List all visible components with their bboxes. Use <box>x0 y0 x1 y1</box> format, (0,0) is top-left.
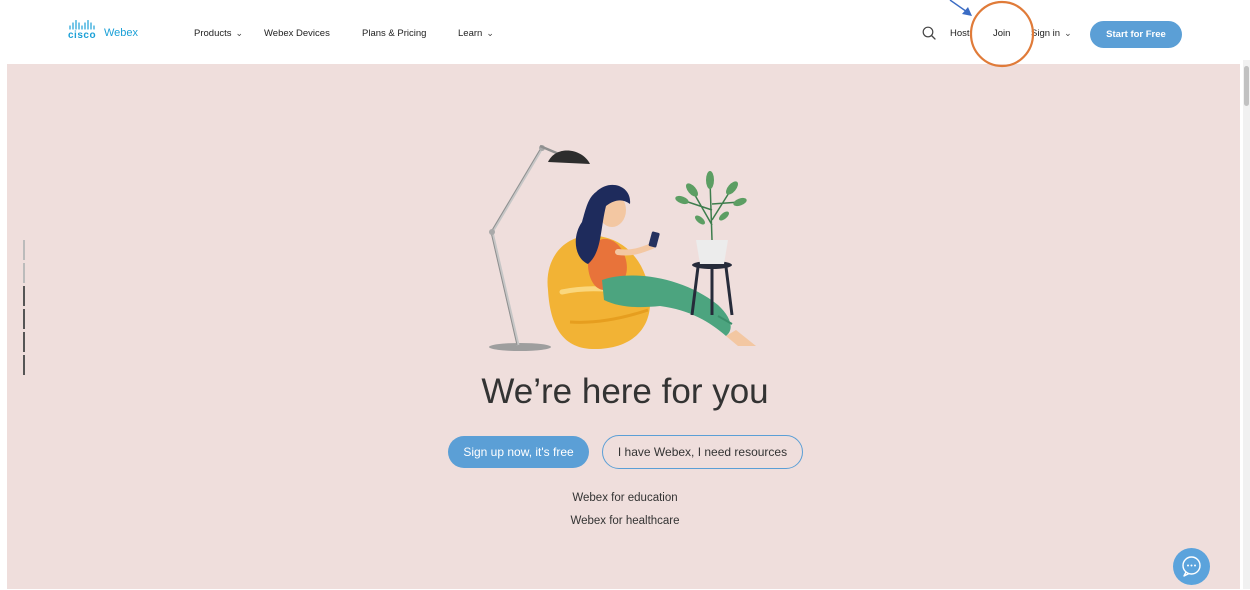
chevron-down-icon: ⌄ <box>235 28 244 38</box>
nav-learn[interactable]: Learn ⌄ <box>458 28 494 39</box>
join-link[interactable]: Join <box>993 28 1010 39</box>
hero-title: We’re here for you <box>481 372 769 411</box>
cisco-bars-icon <box>69 20 95 30</box>
start-for-free-button[interactable]: Start for Free <box>1090 21 1182 48</box>
slide-indicator-mark[interactable] <box>23 309 25 329</box>
join-label: Join <box>993 28 1011 39</box>
host-link[interactable]: Host <box>950 28 970 39</box>
nav-products-label: Products <box>194 28 232 39</box>
sign-in-link[interactable]: Sign in ⌄ <box>1031 28 1072 39</box>
resources-button[interactable]: I have Webex, I need resources <box>602 435 803 469</box>
webex-education-link[interactable]: Webex for education <box>0 492 1250 504</box>
nav-plans-pricing-label: Plans & Pricing <box>362 28 427 39</box>
nav-products[interactable]: Products ⌄ <box>194 28 243 39</box>
slide-indicator-mark[interactable] <box>23 286 25 306</box>
nav-learn-label: Learn <box>458 28 483 39</box>
chat-bubble-icon <box>1182 556 1201 577</box>
webex-healthcare-link[interactable]: Webex for healthcare <box>0 515 1250 527</box>
nav-webex-devices[interactable]: Webex Devices <box>264 28 330 39</box>
sign-up-button[interactable]: Sign up now, it's free <box>448 436 589 468</box>
logo-webex-text: Webex <box>104 27 139 39</box>
slide-indicator-mark[interactable] <box>23 240 25 260</box>
woman-beanbag-illustration <box>489 144 756 351</box>
slide-indicator-mark[interactable] <box>23 332 25 352</box>
scrollbar-thumb[interactable] <box>1244 66 1249 106</box>
slide-indicator-mark[interactable] <box>23 263 25 283</box>
chevron-down-icon: ⌄ <box>486 28 494 38</box>
sign-in-label: Sign in <box>1031 28 1061 39</box>
chevron-down-icon: ⌄ <box>1064 28 1072 38</box>
host-label: Host <box>950 28 970 39</box>
logo-cisco-text: cisco <box>68 30 97 41</box>
chat-button[interactable] <box>1173 548 1210 585</box>
slide-indicator <box>23 240 27 380</box>
site-header: cisco Webex Products ⌄ Webex Devices Plan… <box>0 0 1250 64</box>
search-icon[interactable] <box>922 26 936 40</box>
vertical-scrollbar[interactable] <box>1243 60 1250 589</box>
nav-plans-pricing[interactable]: Plans & Pricing <box>362 28 426 39</box>
nav-webex-devices-label: Webex Devices <box>264 28 330 39</box>
